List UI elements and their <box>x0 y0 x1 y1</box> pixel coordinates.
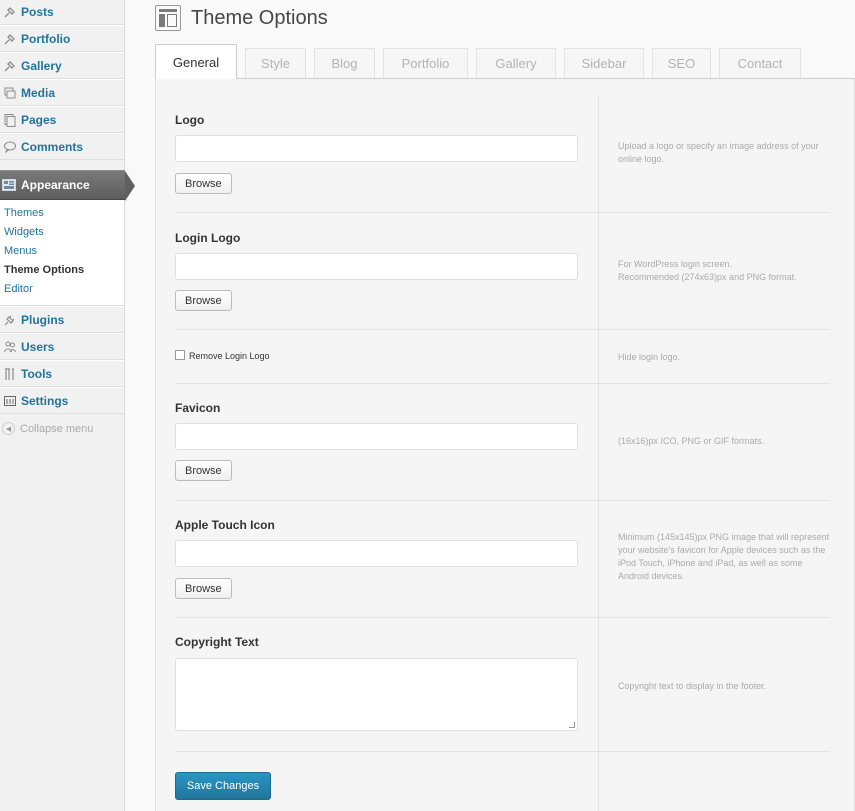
sidebar-item-gallery[interactable]: Gallery <box>0 52 124 79</box>
sidebar-item-label: Media <box>21 85 56 100</box>
appearance-submenu: Themes Widgets Menus Theme Options Edito… <box>0 200 124 306</box>
sidebar-item-label: Appearance <box>21 178 90 192</box>
pages-icon <box>2 112 18 128</box>
login-logo-row: Login Logo Browse For WordPress login sc… <box>175 213 830 330</box>
sidebar-item-label: Users <box>21 339 55 354</box>
appearance-icon <box>2 178 16 192</box>
theme-options-icon <box>155 5 181 31</box>
logo-description: Upload a logo or specify an image addres… <box>618 141 819 164</box>
plug-icon <box>2 312 18 328</box>
tab-blog[interactable]: Blog <box>314 48 375 78</box>
tab-contact[interactable]: Contact <box>719 48 801 78</box>
favicon-input[interactable] <box>175 423 578 450</box>
copyright-description: Copyright text to display in the footer. <box>618 681 767 691</box>
save-changes-button[interactable]: Save Changes <box>175 772 271 800</box>
sidebar-item-label: Tools <box>21 366 53 381</box>
favicon-row: Favicon Browse (16x16)px ICO, PNG or GIF… <box>175 384 830 501</box>
logo-browse-button[interactable]: Browse <box>175 173 232 194</box>
apple-touch-icon-label: Apple Touch Icon <box>175 518 275 532</box>
submenu-themes[interactable]: Themes <box>0 204 124 223</box>
pin-icon <box>2 31 18 47</box>
tab-portfolio[interactable]: Portfolio <box>383 48 468 78</box>
collapse-arrow-icon: ◀ <box>2 422 15 435</box>
sidebar-item-plugins[interactable]: Plugins <box>0 306 124 333</box>
remove-login-logo-description: Hide login logo. <box>618 352 681 362</box>
remove-login-logo-row: Remove Login Logo Hide login logo. <box>175 330 830 384</box>
sidebar-item-posts[interactable]: Posts <box>0 0 124 25</box>
sidebar-item-comments[interactable]: Comments <box>0 133 124 160</box>
pin-icon <box>2 4 18 20</box>
tab-sidebar[interactable]: Sidebar <box>564 48 644 78</box>
resize-grip-icon[interactable] <box>569 722 575 728</box>
login-logo-browse-button[interactable]: Browse <box>175 290 232 311</box>
sidebar-item-label: Comments <box>21 139 84 154</box>
sidebar-item-label: Plugins <box>21 312 65 327</box>
copyright-textarea[interactable] <box>175 658 578 731</box>
apple-touch-icon-description: Minimum (145x145)px PNG image that will … <box>618 532 830 581</box>
tools-icon <box>2 366 18 382</box>
sidebar-item-portfolio[interactable]: Portfolio <box>0 25 124 52</box>
sidebar-item-label: Portfolio <box>21 31 71 46</box>
sidebar-item-label: Pages <box>21 112 57 127</box>
comment-icon <box>2 139 18 155</box>
submenu-menus[interactable]: Menus <box>0 242 124 261</box>
login-logo-description: For WordPress login screen. Recommended … <box>618 259 797 282</box>
sidebar-item-tools[interactable]: Tools <box>0 360 124 387</box>
logo-input[interactable] <box>175 135 578 162</box>
sidebar-item-label: Posts <box>21 5 54 19</box>
tab-seo[interactable]: SEO <box>652 48 711 78</box>
collapse-menu-button[interactable]: ◀ Collapse menu <box>0 414 124 435</box>
remove-login-logo-checkbox[interactable] <box>175 350 185 360</box>
copyright-row: Copyright Text Copyright text to display… <box>175 618 830 752</box>
collapse-menu-label: Collapse menu <box>20 422 94 435</box>
tab-style[interactable]: Style <box>245 48 306 78</box>
submenu-editor[interactable]: Editor <box>0 280 124 299</box>
logo-label: Logo <box>175 113 205 127</box>
main-content: Theme Options General Style Blog Portfolio G… <box>125 0 855 811</box>
remove-login-logo-label: Remove Login Logo <box>189 351 270 361</box>
favicon-label: Favicon <box>175 401 221 415</box>
tab-general[interactable]: General <box>155 44 237 79</box>
sidebar-item-label: Gallery <box>21 58 62 73</box>
logo-row: Logo Browse Upload a logo or specify an … <box>175 79 830 213</box>
pin-icon <box>2 58 18 74</box>
login-logo-label: Login Logo <box>175 231 241 245</box>
favicon-description: (16x16)px ICO, PNG or GIF formats. <box>618 436 765 446</box>
favicon-browse-button[interactable]: Browse <box>175 460 232 481</box>
apple-touch-icon-browse-button[interactable]: Browse <box>175 578 232 599</box>
apple-touch-icon-row: Apple Touch Icon Browse Minimum (145x145… <box>175 501 830 618</box>
sidebar-item-media[interactable]: Media <box>0 79 124 106</box>
general-options-panel: Logo Browse Upload a logo or specify an … <box>155 79 855 811</box>
submenu-widgets[interactable]: Widgets <box>0 223 124 242</box>
media-icon <box>2 85 18 101</box>
page-title: Theme Options <box>191 6 328 29</box>
sidebar-item-users[interactable]: Users <box>0 333 124 360</box>
copyright-label: Copyright Text <box>175 635 259 649</box>
page-header: Theme Options <box>155 3 328 33</box>
settings-icon <box>2 393 18 409</box>
tab-gallery[interactable]: Gallery <box>476 48 556 78</box>
sidebar-item-label: Settings <box>21 393 69 408</box>
admin-sidebar: Posts Portfolio Gallery Media Pages Comments … <box>0 0 135 811</box>
sidebar-item-pages[interactable]: Pages <box>0 106 124 133</box>
login-logo-input[interactable] <box>175 253 578 280</box>
sidebar-item-settings[interactable]: Settings <box>0 387 124 414</box>
options-tabs: General Style Blog Portfolio Gallery Sidebar S… <box>155 44 855 79</box>
sidebar-item-appearance[interactable]: Appearance <box>0 170 135 201</box>
submenu-theme-options[interactable]: Theme Options <box>0 261 124 280</box>
apple-touch-icon-input[interactable] <box>175 540 578 567</box>
users-icon <box>2 339 18 355</box>
